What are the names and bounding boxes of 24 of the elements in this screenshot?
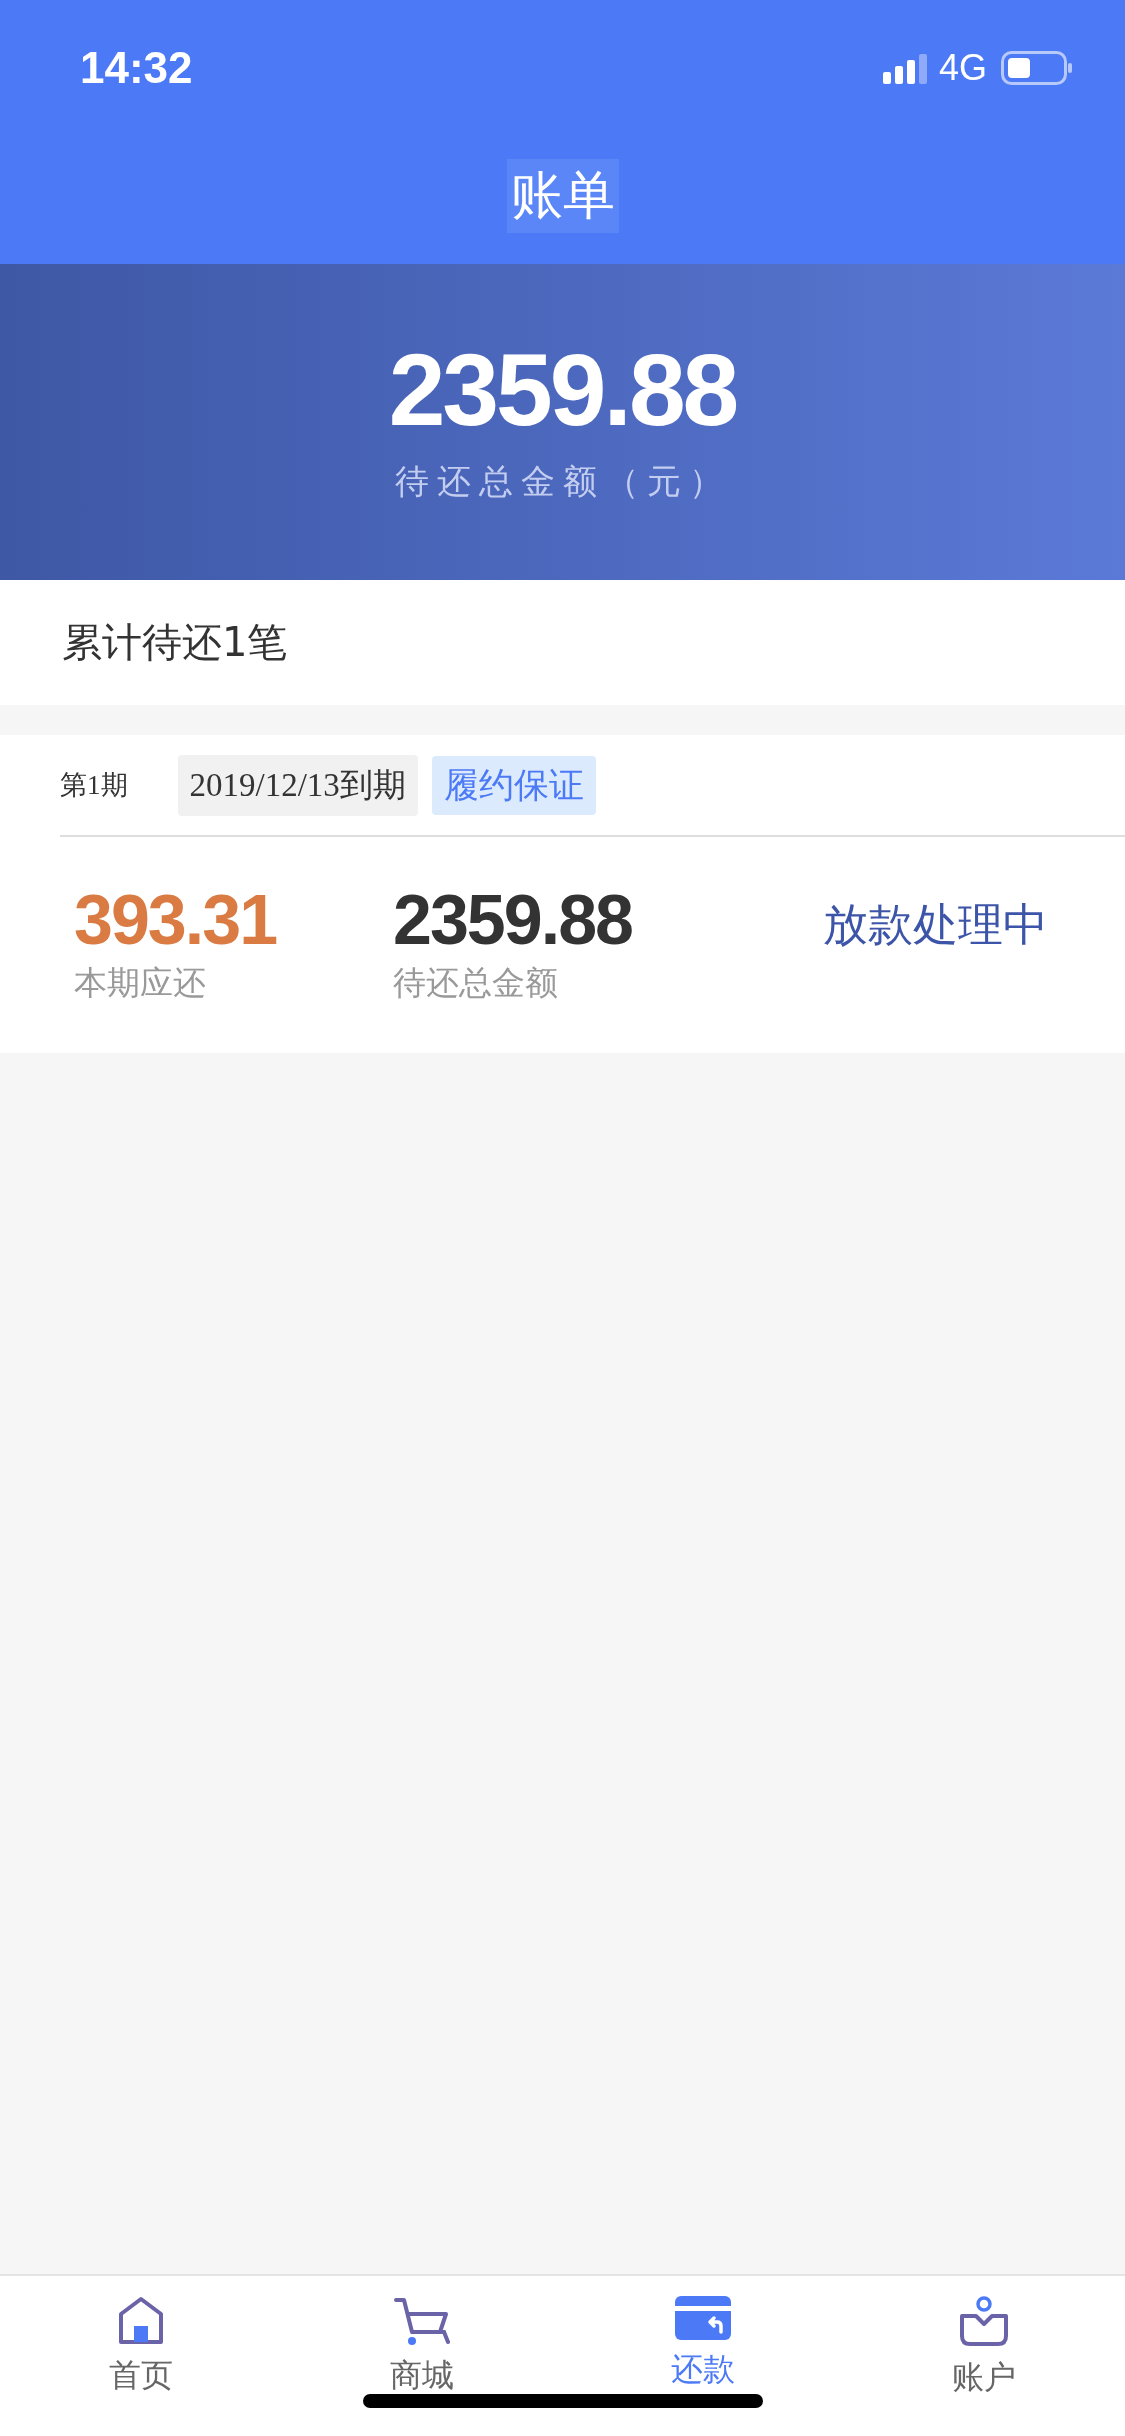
status-time: 14:32	[80, 43, 193, 93]
period-label: 第1期	[60, 769, 128, 802]
tab-item[interactable]: 首页	[0, 2276, 282, 2436]
signal-icon	[882, 52, 929, 84]
home-icon	[116, 2296, 165, 2346]
current-label: 本期应还	[74, 961, 207, 1004]
total-amount: 2359.88	[388, 339, 737, 441]
total-amount: 2359.88	[393, 884, 634, 955]
total-label: 待还总金额	[393, 961, 559, 1004]
tab-item[interactable]: 账户	[843, 2276, 1125, 2436]
network-label: 4G	[938, 47, 987, 89]
battery-icon	[1001, 51, 1073, 85]
cart-icon	[393, 2296, 450, 2346]
total-caption: 待还总金额（元）	[394, 460, 731, 503]
user-icon	[958, 2296, 1011, 2348]
guarantee-tag: 履约保证	[431, 755, 596, 815]
page-title: 账单	[506, 159, 619, 233]
card-icon	[675, 2296, 732, 2340]
bill-card[interactable]: 第1期 2019/12/13到期 履约保证 393.31 本期应还 2359.88 待还总金额 放款处理中	[0, 735, 1125, 1053]
loan-status: 放款处理中	[823, 897, 1048, 953]
bill-count: 累计待还1笔	[62, 618, 288, 667]
due-date-tag: 2019/12/13到期	[177, 754, 418, 816]
current-amount: 393.31	[74, 884, 278, 955]
tab-item[interactable]: 商城	[281, 2276, 563, 2436]
